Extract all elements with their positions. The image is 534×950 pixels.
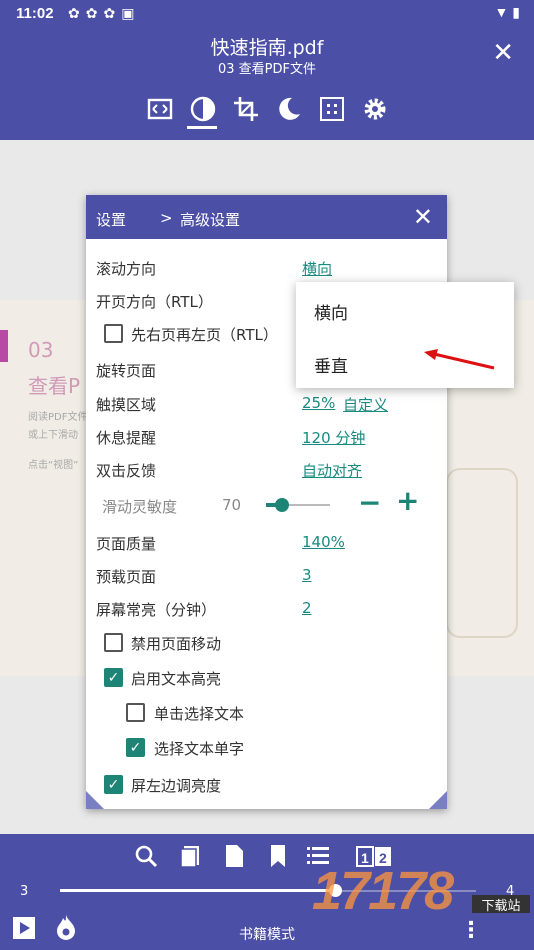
sensitivity-slider-thumb[interactable]: [275, 498, 289, 512]
watermark-logo: 17178: [312, 861, 454, 921]
slide-sensitivity-label: 滑动灵敏度: [102, 498, 178, 516]
enable-highlight-label: 启用文本高亮: [131, 670, 222, 688]
disable-move-label: 禁用页面移动: [131, 635, 222, 653]
red-arrow-annotation: [424, 349, 495, 370]
close-icon[interactable]: ✕: [413, 203, 433, 231]
double-tap-value[interactable]: 自动对齐: [302, 460, 362, 481]
left-brightness-label: 屏左边调亮度: [131, 777, 222, 795]
select-word-label: 选择文本单字: [154, 740, 245, 758]
rest-reminder-label: 休息提醒: [96, 429, 157, 447]
rtl-checkbox-label: 先右页再左页（RTL）: [131, 326, 278, 344]
rest-reminder-value[interactable]: 120 分钟: [302, 427, 365, 448]
resize-corner-left[interactable]: [86, 791, 104, 809]
focus-icon[interactable]: [319, 96, 347, 124]
breadcrumb-separator: >: [160, 209, 173, 227]
dialog-header: 设置 > 高级设置 ✕: [86, 195, 447, 239]
preload-value[interactable]: 3: [302, 566, 312, 584]
option-vertical[interactable]: 垂直: [314, 352, 348, 377]
status-bar: 11:02 ✿✿✿▣ ▼ ▮: [0, 0, 534, 28]
single-tap-select-label: 单击选择文本: [154, 705, 245, 723]
pages-icon[interactable]: [178, 844, 202, 868]
scroll-direction-label: 滚动方向: [96, 260, 157, 278]
slide-sensitivity-value: 70: [222, 496, 242, 514]
resize-corner-right[interactable]: [429, 791, 447, 809]
page-icon[interactable]: [222, 844, 246, 868]
document-subtitle: 03 查看PDF文件: [217, 62, 316, 77]
bookmark-icon[interactable]: [266, 844, 290, 868]
page-text-line: 阅读PDF文件: [28, 412, 88, 423]
search-icon[interactable]: [134, 844, 158, 868]
enable-highlight-checkbox[interactable]: ✓: [104, 668, 123, 687]
selected-tab-indicator: [187, 126, 217, 129]
page-direction-label: 开页方向（RTL）: [96, 293, 213, 311]
left-brightness-checkbox[interactable]: ✓: [104, 775, 123, 794]
double-tap-label: 双击反馈: [96, 462, 157, 480]
touch-area-label: 触摸区域: [96, 396, 157, 414]
contrast-icon[interactable]: [190, 96, 218, 124]
page-text-line: 或上下滑动: [28, 430, 78, 441]
night-mode-icon[interactable]: [276, 96, 304, 124]
screen-on-value[interactable]: 2: [302, 599, 312, 617]
watermark-site: 下载站: [472, 895, 530, 914]
top-bar: 快速指南.pdf 03 查看PDF文件 ✕: [0, 28, 534, 140]
select-word-checkbox[interactable]: ✓: [126, 738, 145, 757]
view-toolbar: [145, 96, 395, 124]
crop-icon[interactable]: [233, 96, 261, 124]
page-seekbar-fill: [60, 889, 335, 892]
scroll-direction-value[interactable]: 横向: [302, 258, 332, 279]
reading-mode-label[interactable]: 书籍模式: [0, 924, 534, 944]
option-horizontal[interactable]: 横向: [314, 299, 348, 324]
page-start: 3: [20, 884, 29, 899]
page-quality-label: 页面质量: [96, 535, 157, 553]
chapter-number: 03: [28, 338, 54, 362]
fullscreen-icon[interactable]: [147, 96, 175, 124]
notification-icons: ✿✿✿▣: [68, 5, 141, 21]
bottom-bar: 12 3 4 书籍模式 ⋮: [0, 834, 534, 950]
wifi-battery-icon: ▼ ▮: [494, 4, 520, 20]
close-icon[interactable]: ✕: [492, 38, 514, 68]
decrease-button[interactable]: −: [358, 489, 381, 517]
more-icon[interactable]: ⋮: [460, 918, 482, 943]
rtl-checkbox[interactable]: [104, 324, 123, 343]
rotate-page-label: 旋转页面: [96, 362, 157, 380]
touch-area-custom-link[interactable]: 自定义: [343, 394, 388, 415]
touch-area-value[interactable]: 25%: [302, 394, 335, 412]
page-quality-value[interactable]: 140%: [302, 533, 345, 551]
screen-on-label: 屏幕常亮（分钟）: [96, 601, 217, 619]
chapter-marker: [0, 330, 8, 362]
single-tap-select-checkbox[interactable]: [126, 703, 145, 722]
phone-illustration: [446, 468, 518, 638]
settings-icon[interactable]: [362, 96, 390, 124]
preload-label: 预载页面: [96, 568, 157, 586]
document-title: 快速指南.pdf: [210, 37, 324, 59]
increase-button[interactable]: +: [396, 487, 419, 515]
chapter-heading: 查看P: [28, 374, 81, 398]
disable-move-checkbox[interactable]: [104, 633, 123, 652]
breadcrumb-current: 高级设置: [180, 211, 241, 229]
status-time: 11:02: [16, 5, 54, 22]
page-text-line: 点击“视图”: [28, 460, 79, 471]
breadcrumb-root[interactable]: 设置: [96, 209, 126, 230]
